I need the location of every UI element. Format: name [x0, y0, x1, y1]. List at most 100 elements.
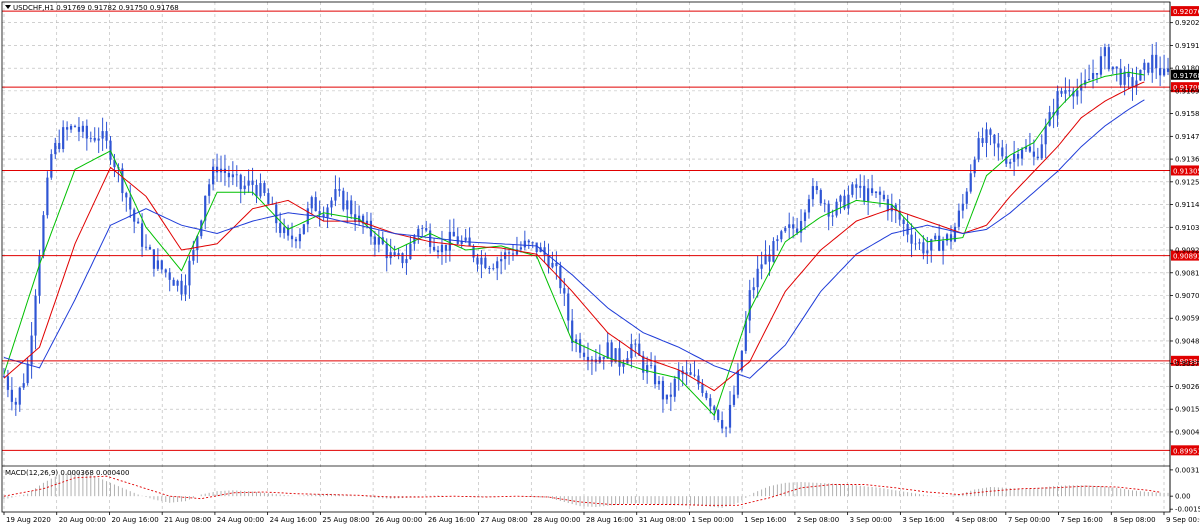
- candle-body: [54, 142, 57, 155]
- candle-body: [188, 260, 191, 286]
- candle-body: [922, 242, 925, 254]
- time-tick-label: 27 Aug 08:00: [481, 516, 528, 524]
- candle-body: [669, 394, 672, 397]
- candle-body: [1044, 125, 1047, 145]
- candle-body: [492, 268, 495, 270]
- candle-body: [212, 166, 215, 185]
- candle-body: [133, 209, 136, 222]
- candle-body: [870, 188, 874, 194]
- header: USDCHF,H1 0.91769 0.91782 0.91750 0.9176…: [5, 4, 179, 12]
- candle-body: [432, 246, 436, 251]
- candle-body: [788, 224, 791, 228]
- price-tick-label: 0.90810: [1175, 269, 1200, 277]
- candle-body: [302, 224, 305, 235]
- candle-body: [1103, 47, 1106, 57]
- price-tick-label: 0.91030: [1175, 224, 1200, 232]
- candle-body: [709, 398, 712, 407]
- candle-body: [634, 343, 637, 345]
- candle-body: [855, 184, 858, 188]
- candle-body: [1060, 91, 1063, 94]
- candle-body: [531, 242, 534, 244]
- time-tick-label: 1 Sep 00:00: [691, 516, 733, 524]
- price-tick-label: 0.90590: [1175, 315, 1200, 323]
- trading-chart[interactable]: 0.920760.917080.913050.908930.903840.899…: [0, 0, 1200, 525]
- candle-body: [263, 183, 266, 194]
- macd-tick-label: 0.003154: [1175, 466, 1200, 474]
- time-tick-label: 2 Sep 08:00: [797, 516, 839, 524]
- level-label: 0.89951: [1173, 447, 1200, 455]
- level-label: 0.91305: [1173, 167, 1200, 175]
- candle-body: [156, 260, 159, 269]
- candle-body: [298, 234, 302, 242]
- candle-body: [507, 252, 511, 254]
- candle-body: [476, 257, 479, 265]
- candle-body: [184, 285, 187, 295]
- candle-body: [160, 260, 163, 270]
- macd-title: MACD(12,26,9) 0.000368 0.000400: [5, 469, 129, 477]
- candle-body: [551, 262, 554, 268]
- time-tick-label: 26 Aug 00:00: [375, 516, 422, 524]
- candle-body: [1119, 68, 1122, 85]
- candle-body: [1111, 66, 1114, 70]
- candle-body: [728, 404, 732, 428]
- candle-body: [484, 257, 487, 269]
- candle-body: [140, 223, 144, 247]
- candle-body: [847, 194, 850, 209]
- candle-body: [62, 127, 65, 149]
- candle-body: [926, 250, 929, 254]
- candle-body: [488, 268, 491, 270]
- candle-body: [949, 234, 953, 242]
- candle-body: [2, 376, 6, 377]
- candle-body: [279, 223, 282, 233]
- candle-body: [863, 185, 866, 202]
- candle-body: [350, 200, 353, 215]
- candle-body: [46, 177, 49, 216]
- candle-body: [326, 207, 329, 218]
- candle-body: [255, 184, 258, 197]
- candle-body: [152, 249, 156, 269]
- time-tick-label: 7 Sep 16:00: [1061, 516, 1103, 524]
- candle-body: [310, 197, 313, 209]
- time-tick-label: 21 Aug 08:00: [164, 516, 211, 524]
- candle-body: [215, 166, 219, 173]
- candle-body: [231, 174, 234, 178]
- candle-body: [776, 239, 779, 242]
- candle-body: [66, 127, 69, 130]
- candle-body: [780, 231, 783, 240]
- candle-body: [693, 374, 696, 376]
- candle-body: [294, 239, 298, 242]
- candle-body: [125, 193, 128, 198]
- candle-body: [500, 259, 503, 262]
- candle-body: [243, 185, 246, 190]
- candle-body: [1139, 69, 1142, 81]
- candle-body: [989, 129, 992, 135]
- candle-body: [811, 186, 814, 200]
- candle-body: [1013, 154, 1016, 162]
- candle-body: [567, 293, 570, 321]
- candle-body: [251, 180, 254, 185]
- price-tick-label: 0.91910: [1175, 42, 1200, 50]
- candle-body: [81, 125, 84, 132]
- candle-body: [267, 193, 270, 205]
- price-tick-label: 0.90260: [1175, 383, 1200, 391]
- time-tick-label: 1 Sep 16:00: [744, 516, 786, 524]
- candle-body: [823, 203, 826, 205]
- candle-body: [180, 280, 183, 295]
- candle-body: [93, 137, 96, 141]
- candle-body: [606, 342, 609, 359]
- candle-body: [867, 188, 870, 202]
- candle-body: [1001, 147, 1004, 157]
- time-tick-label: 19 Aug 2020: [6, 516, 51, 524]
- candle-body: [523, 240, 526, 248]
- candle-body: [14, 401, 17, 405]
- candle-body: [137, 221, 140, 224]
- candle-body: [77, 126, 81, 132]
- candle-body: [1159, 68, 1162, 76]
- candle-body: [1068, 90, 1071, 92]
- candle-body: [338, 189, 341, 191]
- candle-body: [724, 427, 728, 429]
- candle-body: [938, 235, 941, 251]
- candle-body: [1028, 146, 1032, 152]
- price-tick-label: 0.90040: [1175, 428, 1200, 436]
- candle-body: [981, 138, 984, 144]
